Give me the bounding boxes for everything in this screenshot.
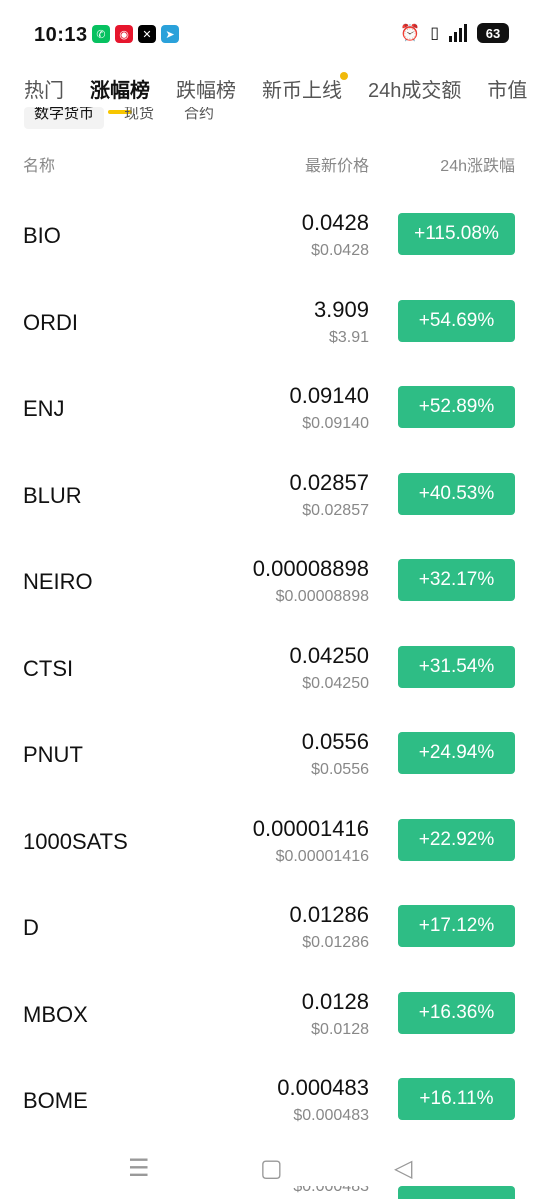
usd-price: $3.91 [328,328,369,346]
last-price: 0.0128 [301,988,369,1014]
menu-icon[interactable]: ☰ [128,1154,150,1183]
telegram-icon: ➤ [161,25,179,43]
usd-price: $0.0556 [311,761,369,778]
change-badge[interactable]: +17.12% [398,905,515,947]
subtab-futures[interactable]: 合约 [174,107,224,129]
coin-symbol: CTSI [23,655,74,681]
market-row[interactable]: ORDI 3.909 $3.91 +54.69% [0,277,537,364]
wechat-icon: ✆ [92,25,110,43]
header-change[interactable]: 24h涨跌幅 [440,152,515,176]
weibo-icon: ◉ [115,25,133,43]
usd-price: $0.0128 [311,1020,369,1038]
coin-symbol: MBOX [23,1001,88,1027]
last-price: 0.09140 [289,383,369,408]
usd-price: $0.00008898 [275,588,369,605]
market-row[interactable]: D 0.01286 $0.01286 +17.12% [0,882,537,969]
notification-dot [340,72,348,80]
usd-price: $0.000483 [293,1107,369,1124]
usd-price: $0.02857 [302,501,369,519]
header-price[interactable]: 最新价格 [305,152,369,176]
last-price: 3.909 [313,296,369,322]
back-icon[interactable]: ◁ [394,1154,412,1183]
header-name[interactable]: 名称 [23,152,55,176]
market-row[interactable]: BOME 0.000483 $0.000483 +16.11% [0,1055,537,1142]
signal-icon [449,24,467,42]
last-price: 0.00008898 [252,556,369,581]
change-badge[interactable]: +24.94% [398,732,515,774]
market-row[interactable]: MBOX 0.0128 $0.0128 +16.36% [0,969,537,1056]
coin-symbol: ENJ [23,396,65,421]
usd-price: $0.000483 [293,1186,369,1195]
coin-symbol: BIO [23,223,61,248]
notification-icons: ✆ ◉ ✕ ➤ [92,25,179,43]
coin-symbol: NEIRO [23,569,93,594]
subtab-crypto[interactable]: 数字货币 [24,107,105,129]
coin-symbol: ORDI [23,309,78,335]
coin-symbol: BOME [23,1088,88,1113]
last-price: 0.01286 [289,902,369,927]
coin-symbol: 1000SATS [23,828,128,854]
vibrate-icon: ▯ [430,25,439,42]
tab-new-listings-label: 新币上线 [262,80,342,102]
change-badge[interactable]: +32.17% [398,559,515,601]
tab-24h-volume[interactable]: 24h成交额 [368,74,461,103]
tab-new-listings[interactable]: 新币上线 [262,72,348,103]
column-headers: 名称 最新价格 24h涨跌幅 [0,152,537,176]
usd-price: $0.0428 [311,242,369,259]
usd-price: $0.04250 [302,674,369,692]
battery-icon: 63 [477,23,509,43]
change-badge [398,1186,515,1199]
last-price: 0.02857 [289,469,369,495]
last-price: 0.0556 [301,729,369,754]
last-price: 0.00001416 [252,815,369,841]
x-icon: ✕ [138,25,156,43]
alarm-icon: ⏰ [400,25,421,42]
market-type-tabs: 数字货币 现货 合约 [24,107,224,129]
tab-losers[interactable]: 跌幅榜 [176,74,236,103]
category-tabs: 热门 涨幅榜 跌幅榜 新币上线 24h成交额 市值 [24,72,537,103]
home-icon[interactable]: ▢ [260,1154,283,1183]
last-price: 0.0428 [301,210,369,235]
market-row[interactable]: NEIRO 0.00008898 $0.00008898 +32.17% [0,536,537,623]
coin-symbol: PNUT [23,742,83,767]
usd-price: $0.09140 [302,415,369,432]
status-bar: 10:13 ✆ ◉ ✕ ➤ ⏰ ▯ 63 [0,0,537,64]
last-price: 0.04250 [289,642,369,668]
market-row[interactable]: ENJ 0.09140 $0.09140 +52.89% [0,363,537,450]
market-row[interactable]: 1000SATS 0.00001416 $0.00001416 +22.92% [0,796,537,883]
status-time: 10:13 [34,24,88,46]
tab-market-cap[interactable]: 市值 [487,74,527,103]
coin-symbol: D [23,915,39,940]
change-badge[interactable]: +16.11% [398,1078,515,1120]
subtab-spot[interactable]: 现货 [114,107,164,129]
status-right: ⏰ ▯ 63 [400,23,509,43]
coin-symbol: BLUR [23,482,82,508]
partial-row: $0.000483 [0,1186,537,1199]
market-row[interactable]: PNUT 0.0556 $0.0556 +24.94% [0,709,537,796]
market-list: BIO 0.0428 $0.0428 +115.08% ORDI 3.909 $3.91 +… [0,190,537,1142]
market-row[interactable]: BIO 0.0428 $0.0428 +115.08% [0,190,537,277]
tab-gainers[interactable]: 涨幅榜 [90,74,150,103]
usd-price: $0.00001416 [275,847,369,865]
market-row[interactable]: CTSI 0.04250 $0.04250 +31.54% [0,623,537,710]
change-badge[interactable]: +40.53% [398,472,515,515]
market-row[interactable]: BLUR 0.02857 $0.02857 +40.53% [0,450,537,537]
change-badge[interactable]: +16.36% [398,991,515,1034]
change-badge[interactable]: +22.92% [398,818,515,861]
tab-hot[interactable]: 热门 [24,74,64,103]
usd-price: $0.01286 [302,934,369,951]
change-badge[interactable]: +54.69% [398,299,515,342]
change-badge[interactable]: +31.54% [398,645,515,688]
change-badge[interactable]: +115.08% [398,213,515,255]
last-price: 0.000483 [277,1075,369,1100]
change-badge[interactable]: +52.89% [398,386,515,428]
